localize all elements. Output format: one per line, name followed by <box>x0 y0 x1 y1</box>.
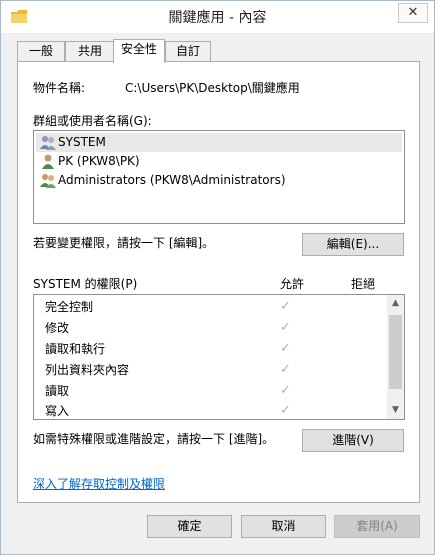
permission-name: 修改 <box>45 321 70 335</box>
permissions-header-label: SYSTEM 的權限(P) <box>33 277 138 291</box>
group-name: PK (PKW8\PK) <box>58 154 140 168</box>
allow-check-icon: ✓ <box>280 403 291 418</box>
permissions-scrollbar[interactable]: ▲ ▼ <box>387 295 404 419</box>
group-row-pk[interactable]: PK (PKW8\PK) <box>36 152 402 171</box>
allow-check-icon: ✓ <box>280 341 291 356</box>
tab-security[interactable]: 安全性 <box>113 39 165 63</box>
deny-column-header: 拒絕 <box>351 277 376 291</box>
groups-label: 群組或使用者名稱(G): <box>33 114 152 128</box>
close-button[interactable]: ✕ <box>398 3 428 23</box>
permission-name: 完全控制 <box>45 300 94 314</box>
permission-row: 修改 ✓ <box>34 318 388 339</box>
group-row-system[interactable]: SYSTEM <box>36 133 402 152</box>
permission-name: 寫入 <box>45 404 70 418</box>
permission-row: 讀取和執行 ✓ <box>34 339 388 360</box>
allow-check-icon: ✓ <box>280 383 291 398</box>
scroll-down-icon[interactable]: ▼ <box>387 402 404 419</box>
groups-listbox[interactable]: SYSTEM PK (PKW8\PK) Administrators (PKW8… <box>33 130 405 224</box>
permission-row: 讀取 ✓ <box>34 381 388 402</box>
object-name-label: 物件名稱: <box>33 81 86 95</box>
cancel-button[interactable]: 取消 <box>241 515 326 538</box>
edit-button[interactable]: 編輯(E)... <box>302 233 404 256</box>
object-name-value: C:\Users\PK\Desktop\關鍵應用 <box>125 81 300 95</box>
advanced-hint: 如需特殊權限或進階設定，請按一下 [進階]。 <box>33 432 275 446</box>
properties-dialog: 關鍵應用 - 內容 ✕ 一般 共用 安全性 自訂 物件名稱: C:\Users\… <box>0 0 435 555</box>
allow-check-icon: ✓ <box>280 299 291 314</box>
permission-name: 列出資料夾內容 <box>45 363 130 377</box>
scroll-thumb[interactable] <box>389 315 402 389</box>
group-row-administrators[interactable]: Administrators (PKW8\Administrators) <box>36 171 402 190</box>
ok-button[interactable]: 確定 <box>147 515 232 538</box>
permission-row: 寫入 ✓ <box>34 401 388 419</box>
tab-customize[interactable]: 自訂 <box>165 41 211 62</box>
title-bar[interactable]: 關鍵應用 - 內容 ✕ <box>1 1 434 33</box>
group-name: SYSTEM <box>58 135 106 149</box>
permission-row: 列出資料夾內容 ✓ <box>34 360 388 381</box>
permission-name: 讀取和執行 <box>45 342 106 356</box>
edit-hint: 若要變更權限，請按一下 [編輯]。 <box>33 236 215 250</box>
allow-column-header: 允許 <box>280 277 305 291</box>
apply-button[interactable]: 套用(A) <box>334 515 420 538</box>
permission-row: 完全控制 ✓ <box>34 297 388 318</box>
user-icon <box>42 154 54 169</box>
tab-strip: 一般 共用 安全性 自訂 <box>17 39 417 63</box>
group-users-icon <box>40 174 56 188</box>
advanced-button[interactable]: 進階(V) <box>302 429 404 452</box>
group-name: Administrators (PKW8\Administrators) <box>58 173 286 187</box>
allow-check-icon: ✓ <box>280 320 291 335</box>
group-users-icon <box>40 136 56 150</box>
permissions-listbox[interactable]: 完全控制 ✓ 修改 ✓ 讀取和執行 ✓ 列出資料夾內容 ✓ 讀取 ✓ 寫入 ✓ <box>33 294 405 420</box>
scroll-up-icon[interactable]: ▲ <box>387 295 404 312</box>
allow-check-icon: ✓ <box>280 362 291 377</box>
tab-general[interactable]: 一般 <box>17 41 65 62</box>
permission-name: 讀取 <box>45 384 70 398</box>
security-panel: 物件名稱: C:\Users\PK\Desktop\關鍵應用 群組或使用者名稱(… <box>17 61 420 503</box>
tab-sharing[interactable]: 共用 <box>65 41 115 62</box>
learn-more-link[interactable]: 深入了解存取控制及權限 <box>33 475 165 492</box>
window-title: 關鍵應用 - 內容 <box>168 10 267 26</box>
